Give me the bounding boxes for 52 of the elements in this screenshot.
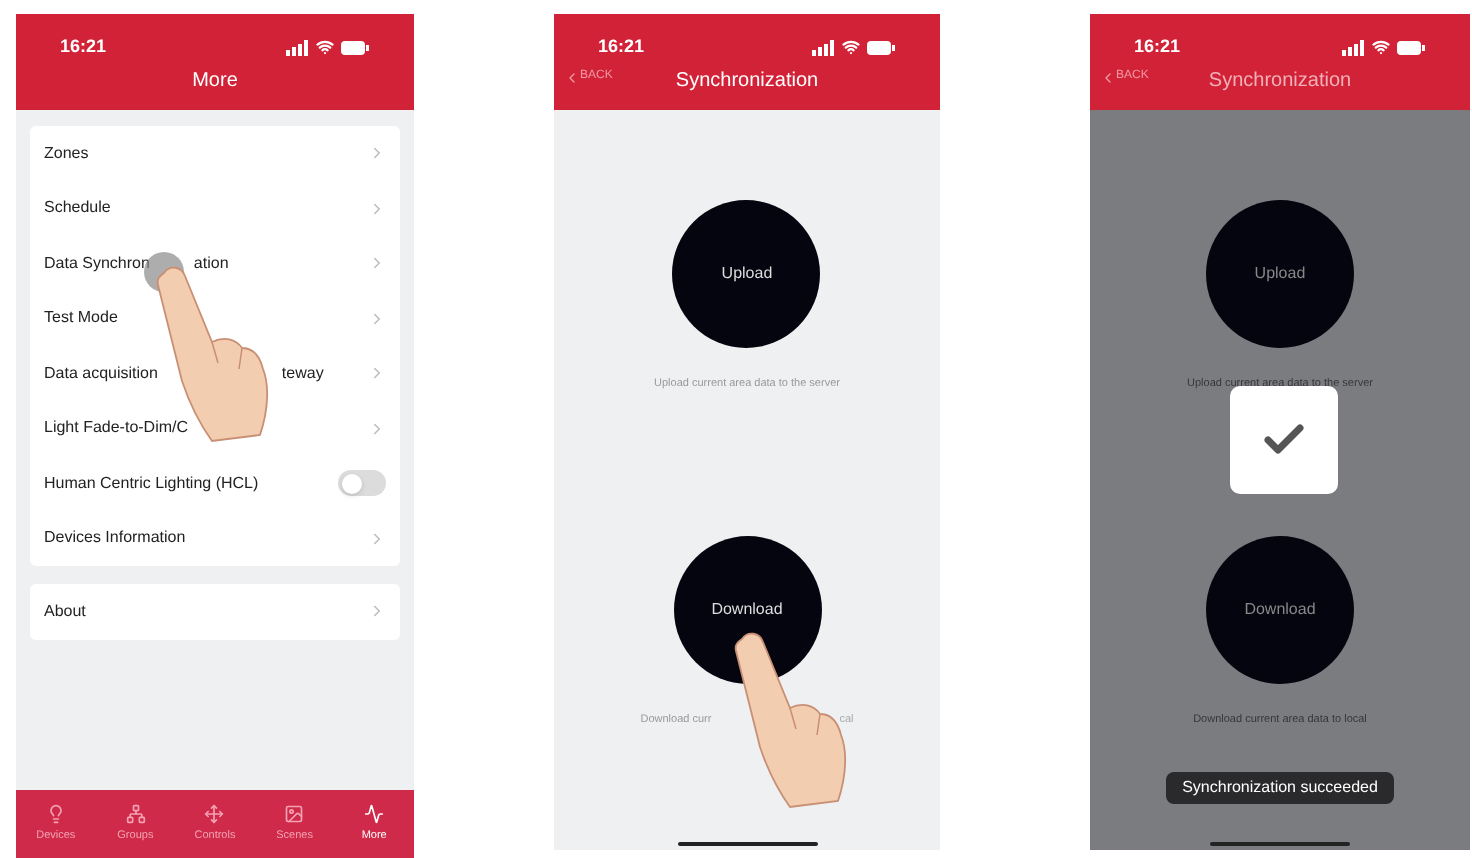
row-label: ation xyxy=(193,251,229,276)
chevron-right-icon xyxy=(368,309,386,328)
toggle-switch[interactable] xyxy=(338,470,386,497)
row-label: Human Centric Lighting (HCL) xyxy=(44,471,259,496)
round-action-button[interactable]: Download xyxy=(673,536,821,684)
screen-title: More xyxy=(192,68,238,96)
chevron-right-icon xyxy=(368,529,386,548)
toast-message: Synchronization succeeded xyxy=(1166,772,1394,804)
round-action-button[interactable]: Download xyxy=(1206,536,1354,684)
home-indicator xyxy=(1210,842,1350,846)
row-label: Zones xyxy=(44,141,89,166)
hierarchy-icon xyxy=(125,803,146,824)
settings-row[interactable]: Schedule xyxy=(30,181,400,236)
chevron-right-icon xyxy=(368,602,386,621)
status-icons xyxy=(1342,38,1426,56)
lightbulb-icon xyxy=(45,803,66,824)
row-label: Data acquisition xyxy=(44,361,158,386)
row-label: teway xyxy=(281,361,324,386)
settings-row[interactable]: Devices Information xyxy=(30,511,400,566)
status-time: 16:21 xyxy=(1134,33,1181,60)
row-label: Schedule xyxy=(44,196,111,221)
round-action-button[interactable]: Upload xyxy=(672,200,821,348)
status-icons xyxy=(812,38,896,56)
status-icons xyxy=(286,38,370,56)
round-action-button[interactable]: Upload xyxy=(1205,200,1354,348)
screen-title: Synchronization xyxy=(1208,68,1352,96)
settings-row[interactable]: Light Fade-to-Dim/C xyxy=(30,401,400,456)
screen-title: Synchronization xyxy=(675,68,819,96)
settings-row[interactable]: Data Synchron ation xyxy=(30,236,400,291)
chevron-left-icon xyxy=(1100,69,1116,85)
home-indicator xyxy=(677,842,817,846)
settings-row[interactable]: Zones xyxy=(30,126,400,181)
settings-row[interactable]: Data acquisition teway xyxy=(30,346,400,401)
row-label: Data Synchron xyxy=(44,251,150,276)
row-label: Test Mode xyxy=(44,306,118,331)
four-arrows-icon xyxy=(204,803,225,824)
status-time: 16:21 xyxy=(598,33,645,60)
chevron-right-icon xyxy=(368,144,386,163)
settings-row[interactable]: Human Centric Lighting (HCL) xyxy=(30,456,400,511)
chevron-right-icon xyxy=(368,254,386,273)
row-label: Devices Information xyxy=(44,526,186,551)
row-label: About xyxy=(44,599,86,624)
row-label: Light Fade-to-Dim/C xyxy=(44,416,189,441)
chevron-right-icon xyxy=(368,199,386,218)
settings-row[interactable]: Test Mode xyxy=(30,291,400,346)
chevron-right-icon xyxy=(368,364,386,383)
status-time: 16:21 xyxy=(60,33,107,60)
chevron-right-icon xyxy=(368,419,386,438)
image-icon xyxy=(284,803,305,824)
settings-row[interactable]: About xyxy=(30,584,400,639)
pulse-icon xyxy=(364,803,385,824)
chevron-left-icon xyxy=(564,69,580,85)
